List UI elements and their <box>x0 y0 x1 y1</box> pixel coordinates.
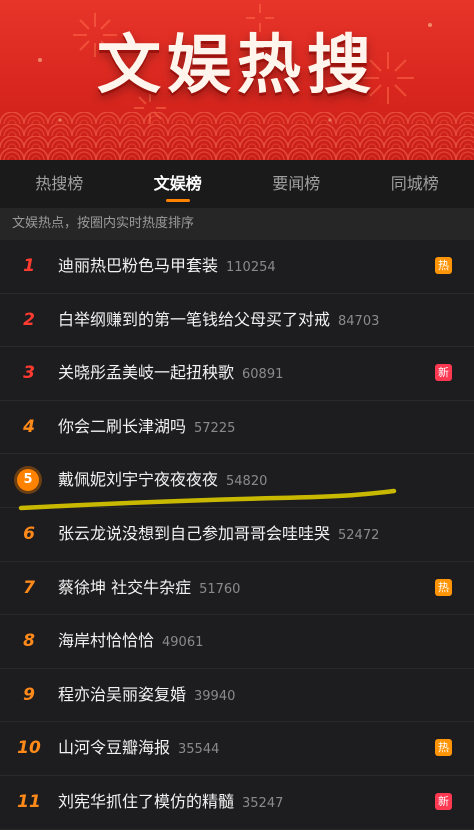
header-banner: 文娱热搜 <box>0 0 474 160</box>
rank-number: 4 <box>14 401 44 453</box>
tab-news[interactable]: 要闻榜 <box>237 160 356 208</box>
list-item[interactable]: 2 白举纲赚到的第一笔钱给父母买了对戒 84703 <box>0 294 474 348</box>
heat-count: 84703 <box>338 314 379 329</box>
list-item[interactable]: 4 你会二刷长津湖吗 57225 <box>0 401 474 455</box>
rank-number: 11 <box>14 776 44 828</box>
rank-number: 7 <box>14 562 44 614</box>
rank-number: 3 <box>14 347 44 399</box>
heat-count: 49061 <box>162 635 203 650</box>
heat-count: 35247 <box>242 796 283 811</box>
heat-count: 60891 <box>242 367 283 382</box>
item-title: 山河令豆瓣海报 <box>58 738 170 757</box>
list-item[interactable]: 1 迪丽热巴粉色马甲套装 110254 热 <box>0 240 474 294</box>
item-title: 张云龙说没想到自己参加哥哥会哇哇哭 <box>58 524 330 543</box>
list-item[interactable]: 7 蔡徐坤 社交牛杂症 51760 热 <box>0 562 474 616</box>
item-title: 你会二刷长津湖吗 <box>58 417 186 436</box>
wave-pattern <box>0 112 474 160</box>
item-title: 关晓彤孟美岐一起扭秧歌 <box>58 363 234 382</box>
tab-bar: 热搜榜 文娱榜 要闻榜 同城榜 <box>0 160 474 208</box>
banner-title: 文娱热搜 <box>0 14 474 106</box>
item-title: 白举纲赚到的第一笔钱给父母买了对戒 <box>58 310 330 329</box>
item-title: 海岸村恰恰恰 <box>58 631 154 650</box>
tab-entertainment[interactable]: 文娱榜 <box>119 160 238 208</box>
item-title: 迪丽热巴粉色马甲套装 <box>58 256 218 275</box>
list-item[interactable]: 10 山河令豆瓣海报 35544 热 <box>0 722 474 776</box>
heat-count: 57225 <box>194 421 235 436</box>
heat-count: 39940 <box>194 689 235 704</box>
new-tag-icon: 新 <box>435 793 452 810</box>
heat-count: 35544 <box>178 742 219 757</box>
heat-count: 52472 <box>338 528 379 543</box>
list-item[interactable]: 3 关晓彤孟美岐一起扭秧歌 60891 新 <box>0 347 474 401</box>
list-item[interactable]: 8 海岸村恰恰恰 49061 <box>0 615 474 669</box>
item-title: 刘宪华抓住了模仿的精髓 <box>58 792 234 811</box>
rank-number: 1 <box>14 240 44 292</box>
tab-hot-search[interactable]: 热搜榜 <box>0 160 119 208</box>
heat-count: 51760 <box>199 582 240 597</box>
list-item[interactable]: 11 刘宪华抓住了模仿的精髓 35247 新 <box>0 776 474 830</box>
list-item[interactable]: 9 程亦治吴丽姿复婚 39940 <box>0 669 474 723</box>
hot-tag-icon: 热 <box>435 739 452 756</box>
hot-tag-icon: 热 <box>435 579 452 596</box>
tab-local[interactable]: 同城榜 <box>356 160 474 208</box>
rank-number: 2 <box>14 294 44 346</box>
rank-number: 9 <box>14 669 44 721</box>
rank-number: 10 <box>14 722 44 774</box>
rank-number: 8 <box>14 615 44 667</box>
new-tag-icon: 新 <box>435 364 452 381</box>
item-title: 蔡徐坤 社交牛杂症 <box>58 578 191 597</box>
item-title: 程亦治吴丽姿复婚 <box>58 685 186 704</box>
handdrawn-underline <box>18 484 408 520</box>
heat-count: 110254 <box>226 260 276 275</box>
trending-list: 1 迪丽热巴粉色马甲套装 110254 热 2 白举纲赚到的第一笔钱给父母买了对戒… <box>0 240 474 830</box>
hot-tag-icon: 热 <box>435 257 452 274</box>
list-subtitle: 文娱热点，按圈内实时热度排序 <box>0 208 474 240</box>
